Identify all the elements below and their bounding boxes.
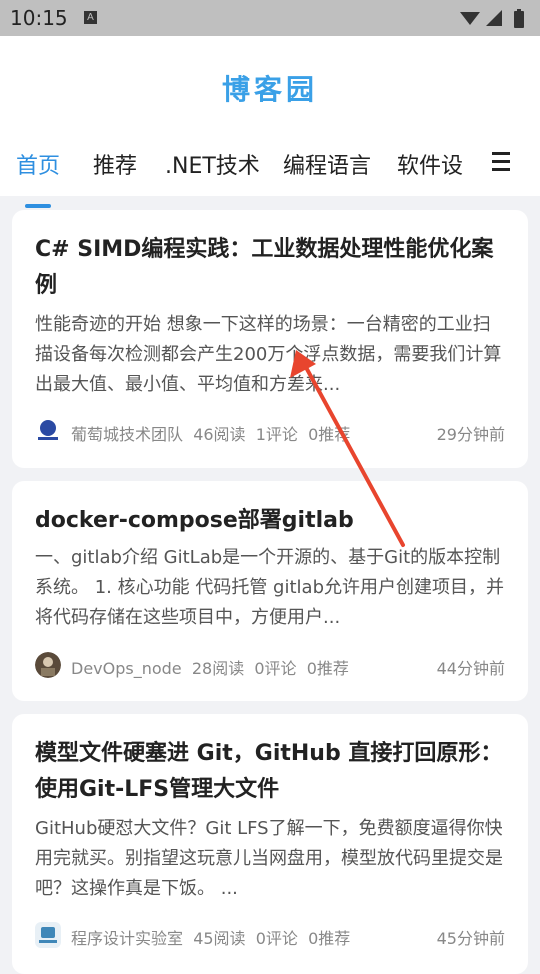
status-bar: 10:15 A — [0, 0, 540, 36]
tab-home[interactable]: 首页 — [16, 148, 60, 180]
post-meta: 葡萄城技术团队 46阅读 1评论 0推荐 29分钟前 — [35, 418, 505, 446]
author-name[interactable]: 程序设计实验室 — [71, 929, 183, 948]
tab-dotnet[interactable]: .NET技术 — [165, 148, 260, 180]
post-time: 29分钟前 — [436, 425, 505, 444]
post-time: 45分钟前 — [436, 929, 505, 948]
active-tab-indicator — [25, 204, 51, 208]
tab-software-design[interactable]: 软件设 — [397, 148, 463, 180]
comment-count: 0评论 — [255, 929, 298, 948]
post-stats: DevOps_node 28阅读 0评论 0推荐 — [71, 655, 349, 679]
status-icons — [458, 8, 528, 34]
recommend-count: 0推荐 — [306, 659, 349, 678]
post-title[interactable]: 模型文件硬塞进 Git，GitHub 直接打回原形：使用Git-LFS管理大文件 — [35, 736, 505, 808]
status-time: 10:15 — [10, 6, 68, 30]
post-card[interactable]: docker-compose部署gitlab 一、gitlab介绍 GitLab… — [12, 481, 528, 701]
post-title[interactable]: C# SIMD编程实践：工业数据处理性能优化案例 — [35, 232, 505, 304]
author-name[interactable]: 葡萄城技术团队 — [71, 425, 183, 444]
post-summary: 一、gitlab介绍 GitLab是一个开源的、基于Git的版本控制系统。 1.… — [35, 547, 504, 628]
post-meta: DevOps_node 28阅读 0评论 0推荐 44分钟前 — [35, 652, 505, 680]
notification-icon: A — [84, 11, 97, 24]
author-avatar[interactable] — [35, 922, 61, 948]
post-summary: GitHub硬怼大文件？Git LFS了解一下，免费额度逼得你快用完就买。别指望… — [35, 818, 503, 899]
wifi-signal-battery-icon — [460, 9, 524, 28]
recommend-count: 0推荐 — [308, 425, 351, 444]
read-count: 28阅读 — [191, 659, 245, 678]
post-meta: 程序设计实验室 45阅读 0评论 0推荐 45分钟前 — [35, 922, 505, 950]
post-stats: 程序设计实验室 45阅读 0评论 0推荐 — [71, 925, 350, 949]
post-card[interactable]: 模型文件硬塞进 Git，GitHub 直接打回原形：使用Git-LFS管理大文件… — [12, 714, 528, 974]
comment-count: 1评论 — [255, 425, 298, 444]
category-tabs: 首页 推荐 .NET技术 编程语言 软件设 — [0, 148, 540, 208]
post-stats: 葡萄城技术团队 46阅读 1评论 0推荐 — [71, 421, 350, 445]
post-title[interactable]: docker-compose部署gitlab — [35, 503, 505, 539]
site-logo[interactable]: 博客园 — [0, 68, 540, 108]
post-summary: 性能奇迹的开始 想象一下这样的场景：一台精密的工业扫描设备每次检测都会产生200… — [35, 314, 502, 395]
read-count: 46阅读 — [193, 425, 246, 444]
tab-recommend[interactable]: 推荐 — [93, 148, 137, 180]
comment-count: 0评论 — [254, 659, 297, 678]
author-name[interactable]: DevOps_node — [71, 659, 182, 678]
author-avatar[interactable] — [35, 418, 61, 444]
post-card[interactable]: C# SIMD编程实践：工业数据处理性能优化案例 性能奇迹的开始 想象一下这样的… — [12, 210, 528, 468]
tab-programming-languages[interactable]: 编程语言 — [283, 148, 371, 180]
read-count: 45阅读 — [193, 929, 246, 948]
author-avatar[interactable] — [35, 652, 61, 678]
menu-icon[interactable] — [492, 152, 510, 172]
post-time: 44分钟前 — [436, 659, 505, 678]
recommend-count: 0推荐 — [308, 929, 351, 948]
app-header: 博客园 首页 推荐 .NET技术 编程语言 软件设 — [0, 36, 540, 208]
